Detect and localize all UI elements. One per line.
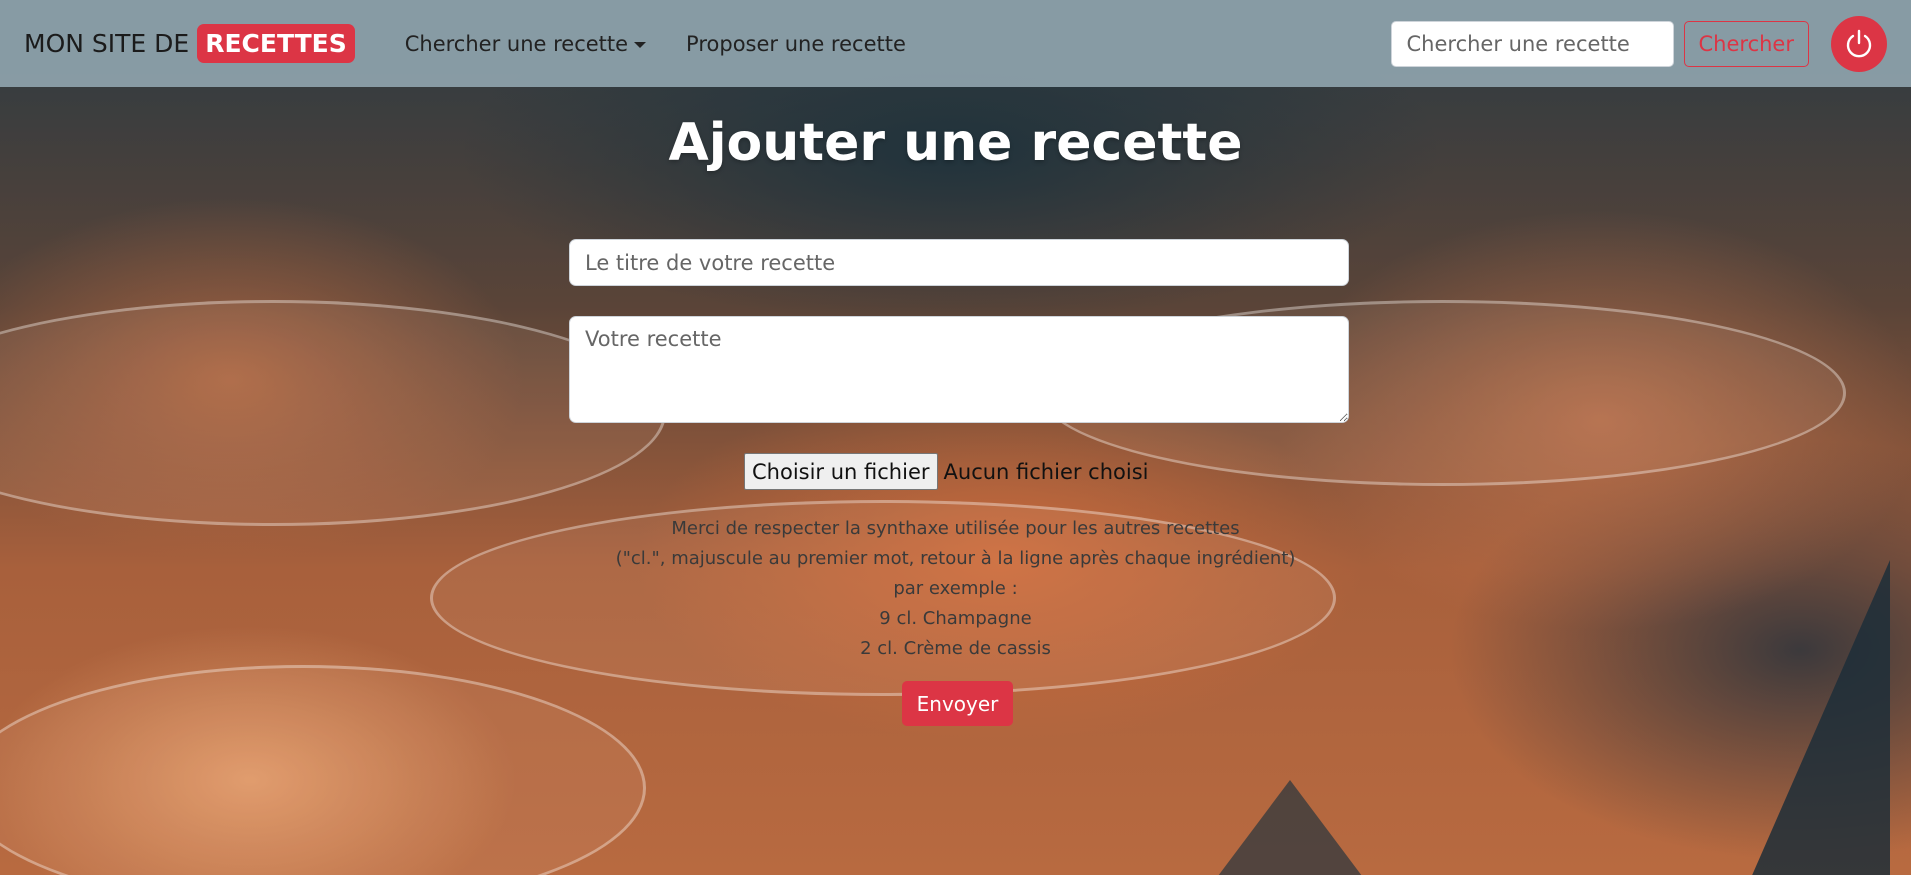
help-line: 2 cl. Crème de cassis: [860, 638, 1051, 659]
brand-text: MON SITE DE: [24, 29, 190, 58]
nav-search-label: Chercher une recette: [404, 31, 629, 56]
help-line: ("cl.", majuscule au premier mot, retour…: [615, 548, 1296, 569]
submit-button[interactable]: Envoyer: [902, 681, 1013, 726]
logout-button[interactable]: [1831, 15, 1887, 72]
recipe-textarea[interactable]: [569, 316, 1349, 423]
shadow-decoration: [1200, 780, 1380, 875]
nav-search-dropdown[interactable]: Chercher une recette: [404, 31, 647, 56]
page-title: Ajouter une recette: [668, 113, 1243, 173]
caret-down-icon: [634, 41, 647, 48]
file-upload: Choisir un fichier Aucun fichier choisi: [744, 453, 1149, 490]
glass-decoration: [0, 300, 666, 526]
help-line: Merci de respecter la synthaxe utilisée …: [671, 518, 1240, 539]
file-status: Aucun fichier choisi: [943, 459, 1149, 484]
help-line: 9 cl. Champagne: [879, 608, 1032, 629]
choose-file-button[interactable]: Choisir un fichier: [744, 453, 938, 490]
navbar: MON SITE DE RECETTES Chercher une recett…: [0, 0, 1911, 87]
brand-logo[interactable]: MON SITE DE RECETTES: [24, 24, 355, 63]
syntax-help: Merci de respecter la synthaxe utilisée …: [0, 514, 1911, 664]
power-icon: [1846, 29, 1872, 57]
nav-search-form: Chercher: [1390, 15, 1887, 72]
nav-propose-recipe[interactable]: Proposer une recette: [686, 32, 906, 56]
recipe-title-input[interactable]: [569, 239, 1349, 286]
help-line: par exemple :: [893, 578, 1018, 599]
search-input[interactable]: [1390, 20, 1674, 67]
glass-decoration: [0, 665, 646, 875]
search-button[interactable]: Chercher: [1683, 20, 1809, 67]
brand-badge: RECETTES: [197, 24, 355, 63]
